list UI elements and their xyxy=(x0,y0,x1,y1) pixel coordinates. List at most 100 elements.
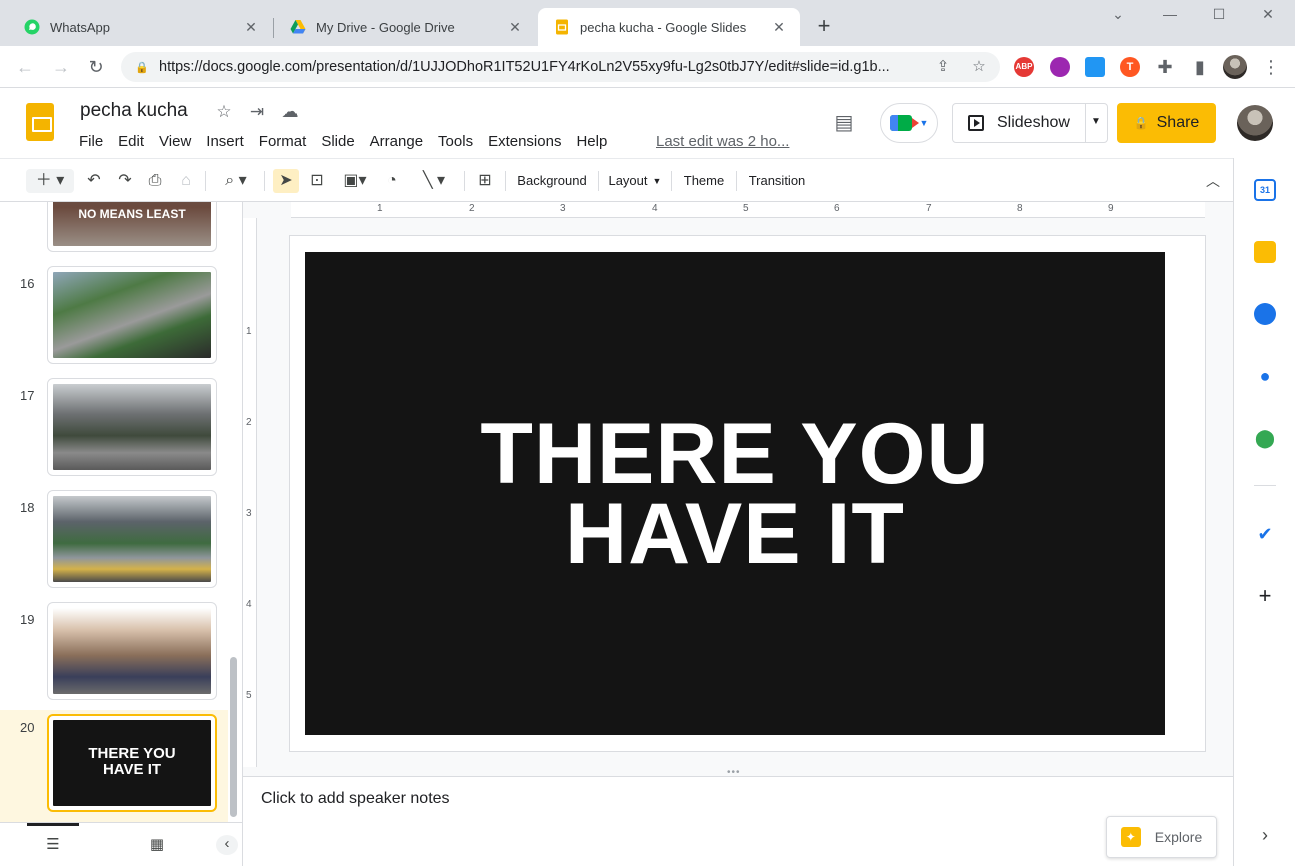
menu-view[interactable]: View xyxy=(159,133,191,150)
slide-thumbnail-row[interactable]: 16 xyxy=(0,266,228,378)
google-tasks-icon[interactable] xyxy=(1254,303,1276,325)
collapse-toolbar-icon[interactable]: ︿ xyxy=(1201,169,1225,193)
menu-format[interactable]: Format xyxy=(259,133,307,150)
adblock-plus-icon[interactable]: ABP xyxy=(1014,57,1034,77)
add-comment-icon[interactable]: ⊞ xyxy=(473,169,497,193)
lock-icon[interactable]: 🔒 xyxy=(135,61,149,74)
layout-button[interactable]: Layout xyxy=(606,169,650,193)
text-box-icon[interactable]: ⊡ xyxy=(305,169,329,193)
print-icon[interactable]: ⎙ xyxy=(143,169,167,193)
expand-side-panel-icon[interactable]: › xyxy=(1254,824,1276,846)
menu-arrange[interactable]: Arrange xyxy=(370,133,423,150)
undo-icon[interactable]: ↶ xyxy=(82,169,106,193)
insert-image-icon[interactable]: ▣▾ xyxy=(336,169,374,193)
speaker-notes-placeholder[interactable]: Click to add speaker notes xyxy=(261,790,450,808)
tab-google-slides[interactable]: pecha kucha - Google Slides ✕ xyxy=(538,8,800,46)
close-window-icon[interactable]: ✕ xyxy=(1256,6,1280,23)
meet-button[interactable]: ▼ xyxy=(880,103,938,143)
google-slides-logo-icon[interactable] xyxy=(26,103,54,141)
collapse-filmstrip-icon[interactable]: ‹ xyxy=(216,835,238,855)
close-tab-icon[interactable]: ✕ xyxy=(242,19,260,36)
redo-icon[interactable]: ↷ xyxy=(113,169,137,193)
forward-icon[interactable]: → xyxy=(49,55,73,79)
side-panel-icon[interactable]: ▮ xyxy=(1188,55,1212,79)
google-calendar-icon[interactable]: 31 xyxy=(1254,179,1276,201)
slideshow-options-caret-icon[interactable]: ▼ xyxy=(1091,116,1101,127)
google-contacts-icon[interactable]: ● xyxy=(1254,365,1276,387)
maximize-icon[interactable]: ☐ xyxy=(1207,6,1231,23)
layout-caret-icon[interactable]: ▼ xyxy=(650,169,664,193)
close-tab-icon[interactable]: ✕ xyxy=(506,19,524,36)
browser-profile-avatar[interactable] xyxy=(1223,55,1247,79)
star-icon[interactable]: ☆ xyxy=(213,101,235,123)
filmstrip-scrollbar[interactable] xyxy=(230,657,237,817)
reload-icon[interactable]: ↻ xyxy=(84,55,108,79)
menu-tools[interactable]: Tools xyxy=(438,133,473,150)
new-tab-button[interactable]: + xyxy=(813,15,835,37)
presentation-title[interactable]: pecha kucha xyxy=(80,100,188,122)
slide-thumbnail[interactable]: NO MEANS LEAST xyxy=(47,202,217,252)
menu-insert[interactable]: Insert xyxy=(206,133,244,150)
slide-thumbnail-row-current[interactable]: 20 THERE YOU HAVE IT xyxy=(0,710,228,822)
slide-title-text[interactable]: THERE YOU HAVE IT xyxy=(480,411,989,577)
account-avatar[interactable] xyxy=(1237,105,1273,141)
background-button[interactable]: Background xyxy=(512,169,592,193)
slide-thumbnail-row[interactable]: NO MEANS LEAST xyxy=(0,202,228,266)
google-keep-icon[interactable] xyxy=(1254,241,1276,263)
slideshow-button[interactable]: Slideshow ▼ xyxy=(952,103,1108,143)
google-maps-icon[interactable]: ⬤ xyxy=(1254,427,1276,449)
addon-check-icon[interactable]: ✔ xyxy=(1254,523,1276,545)
ruler-label: 3 xyxy=(560,203,566,214)
tab-google-drive[interactable]: My Drive - Google Drive ✕ xyxy=(274,8,536,46)
grid-view-icon[interactable]: ▦ xyxy=(146,835,168,855)
paint-format-icon[interactable]: ⌂ xyxy=(174,169,198,193)
slide-thumbnail[interactable] xyxy=(47,602,217,700)
extension-purple-icon[interactable] xyxy=(1050,57,1070,77)
slide-thumbnail-selected[interactable]: THERE YOU HAVE IT xyxy=(47,714,217,812)
transition-button[interactable]: Transition xyxy=(744,169,810,193)
move-folder-icon[interactable]: ⇥ xyxy=(246,101,268,123)
current-slide[interactable]: THERE YOU HAVE IT xyxy=(305,252,1165,735)
slide-thumbnail-row[interactable]: 17 xyxy=(0,378,228,490)
menu-slide[interactable]: Slide xyxy=(321,133,354,150)
filmstrip-view-icon[interactable]: ☰ xyxy=(42,835,64,855)
address-bar[interactable]: 🔒 https://docs.google.com/presentation/d… xyxy=(121,52,1000,82)
menu-extensions[interactable]: Extensions xyxy=(488,133,561,150)
theme-button[interactable]: Theme xyxy=(679,169,729,193)
back-icon[interactable]: ← xyxy=(13,55,37,79)
ruler-label: 9 xyxy=(1108,203,1114,214)
explore-button[interactable]: ✦ Explore xyxy=(1106,816,1217,858)
extension-orange-icon[interactable]: T xyxy=(1120,57,1140,77)
slide-thumbnail-row[interactable]: 18 xyxy=(0,490,228,602)
share-page-icon[interactable]: ⇪ xyxy=(932,56,954,78)
tab-search-icon[interactable]: ⌄ xyxy=(1106,6,1130,23)
zoom-icon[interactable]: ⌕ ▾ xyxy=(214,169,258,193)
mail-extension-icon[interactable] xyxy=(1085,57,1105,77)
new-slide-button[interactable]: ＋ ▾ xyxy=(26,169,74,193)
notes-resize-handle[interactable]: ••• xyxy=(243,767,1233,778)
close-tab-icon[interactable]: ✕ xyxy=(770,19,788,36)
bookmark-star-icon[interactable]: ☆ xyxy=(968,56,990,78)
menu-file[interactable]: File xyxy=(79,133,103,150)
shape-icon[interactable]: ◔ xyxy=(380,169,404,193)
line-icon[interactable]: ╲ ▾ xyxy=(412,169,456,193)
tab-whatsapp[interactable]: WhatsApp ✕ xyxy=(8,8,272,46)
cloud-saved-icon[interactable]: ☁ xyxy=(279,101,301,123)
last-edit-link[interactable]: Last edit was 2 ho... xyxy=(656,133,789,150)
share-button[interactable]: 🔒 Share xyxy=(1117,103,1216,143)
slide-thumbnail[interactable] xyxy=(47,490,217,588)
slide-thumbnail[interactable] xyxy=(47,266,217,364)
slide-thumbnail[interactable] xyxy=(47,378,217,476)
comments-icon[interactable]: ▤ xyxy=(830,109,858,137)
slide-thumbnail-row[interactable]: 19 xyxy=(0,602,228,714)
menu-edit[interactable]: Edit xyxy=(118,133,144,150)
extensions-puzzle-icon[interactable]: ✚ xyxy=(1153,55,1177,79)
get-addons-plus-icon[interactable]: + xyxy=(1254,585,1276,607)
speaker-notes[interactable]: Click to add speaker notes ✦ Explore xyxy=(243,777,1233,866)
browser-menu-icon[interactable]: ⋮ xyxy=(1259,55,1283,79)
menu-help[interactable]: Help xyxy=(576,133,607,150)
url-text[interactable]: https://docs.google.com/presentation/d/1… xyxy=(159,59,919,75)
ruler-label: 1 xyxy=(377,203,383,214)
select-cursor-icon[interactable]: ➤ xyxy=(273,169,299,193)
minimize-icon[interactable]: — xyxy=(1158,6,1182,22)
